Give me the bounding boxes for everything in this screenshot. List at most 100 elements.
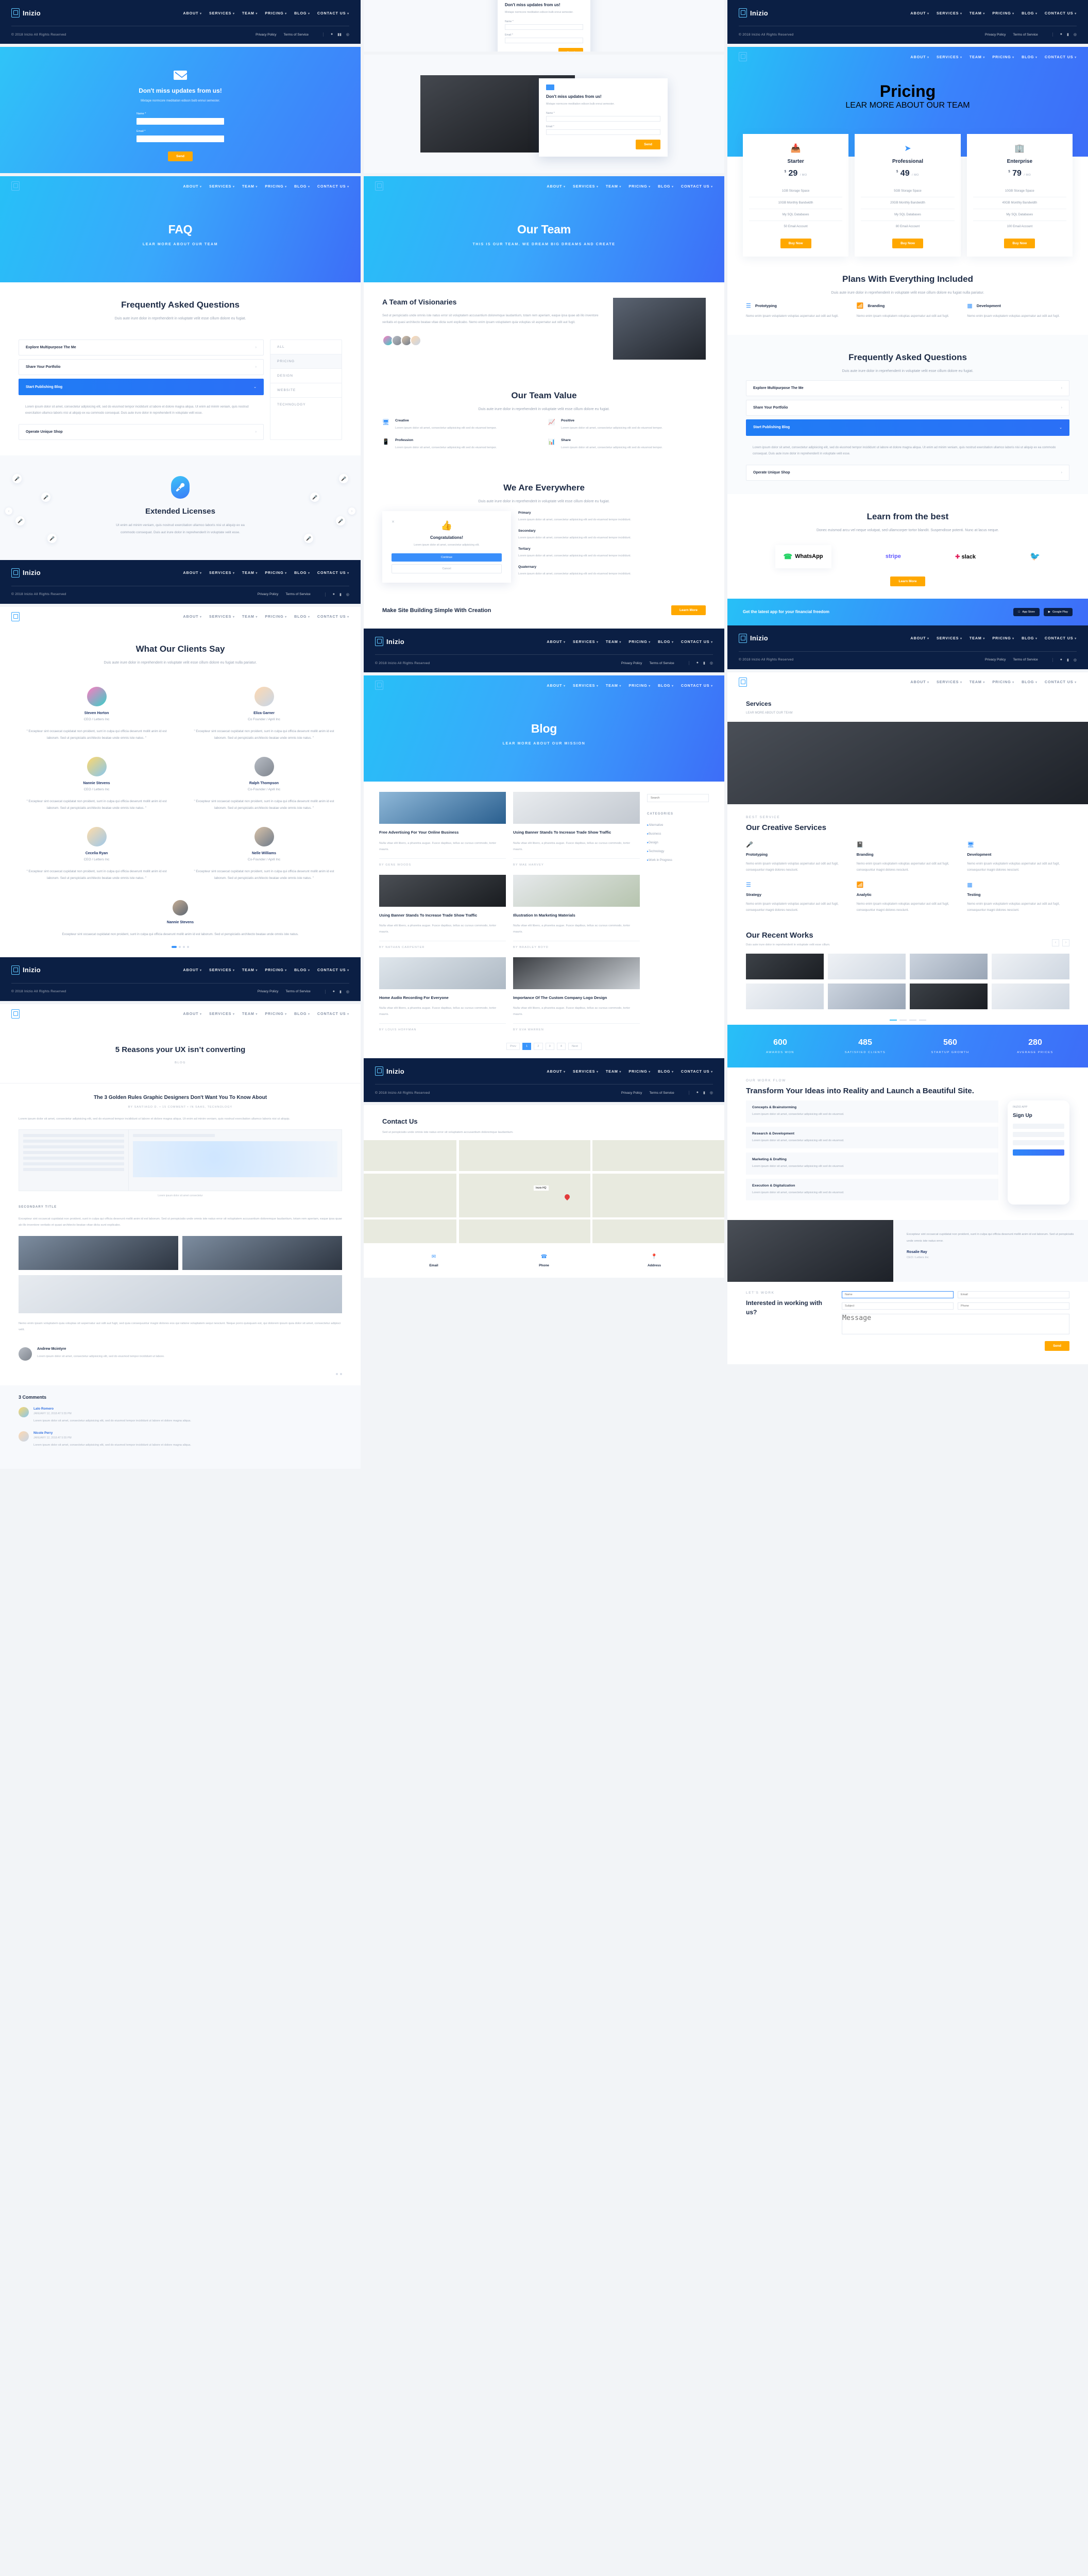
privacy-policy-link[interactable]: Privacy Policy: [985, 658, 1006, 662]
brand-logo[interactable]: Inizio: [375, 637, 404, 647]
dot[interactable]: [183, 945, 185, 948]
nav-item-contact[interactable]: CONTACT US: [1045, 680, 1077, 684]
instagram-icon[interactable]: ◎: [346, 990, 349, 994]
nav-item-team[interactable]: TEAM: [970, 11, 985, 15]
modal-secondary-button[interactable]: Cancel: [392, 564, 502, 574]
buy-now-button[interactable]: Buy Now: [1004, 239, 1035, 248]
privacy-policy-link[interactable]: Privacy Policy: [258, 990, 278, 993]
nav-item-contact[interactable]: CONTACT US: [681, 1069, 713, 1074]
privacy-policy-link[interactable]: Privacy Policy: [256, 33, 276, 37]
brand-logo[interactable]: [11, 612, 20, 621]
map-pin-icon[interactable]: [563, 1193, 571, 1200]
nav-item-about[interactable]: ABOUT: [910, 11, 929, 15]
faq-category-all[interactable]: ALL: [270, 340, 342, 355]
name-input[interactable]: [137, 117, 224, 125]
faq-category-design[interactable]: DESIGN: [270, 369, 342, 384]
blog-post-card[interactable]: Free Advertising For Your Online Busines…: [379, 792, 506, 867]
nav-item-about[interactable]: ABOUT: [910, 636, 929, 640]
nav-item-services[interactable]: SERVICES: [209, 570, 235, 575]
blog-post-card[interactable]: Using Banner Stands To Increase Trade Sh…: [379, 874, 506, 949]
modal-primary-button[interactable]: Continue: [392, 553, 502, 562]
pager-next[interactable]: Next: [568, 1043, 582, 1050]
nav-item-services[interactable]: SERVICES: [573, 639, 599, 644]
dribbble-icon[interactable]: ●: [1060, 32, 1062, 37]
dribbble-icon[interactable]: ●: [333, 592, 335, 597]
nav-item-blog[interactable]: BLOG: [294, 968, 310, 972]
nav-item-contact[interactable]: CONTACT US: [1045, 11, 1077, 15]
work-thumbnail[interactable]: [746, 953, 824, 979]
nav-item-pricing[interactable]: PRICING: [628, 184, 651, 189]
nav-item-pricing[interactable]: PRICING: [992, 55, 1014, 59]
phone-field[interactable]: [1013, 1123, 1064, 1129]
brand-logo[interactable]: [11, 1009, 20, 1019]
dot[interactable]: [909, 1019, 916, 1021]
terms-link[interactable]: Terms of Service: [284, 33, 309, 37]
behance-icon[interactable]: ▮: [1067, 32, 1069, 37]
nav-item-services[interactable]: SERVICES: [209, 11, 235, 15]
nav-item-about[interactable]: ABOUT: [547, 184, 566, 189]
nav-item-blog[interactable]: BLOG: [658, 184, 674, 189]
nav-item-team[interactable]: TEAM: [242, 11, 258, 15]
nav-item-blog[interactable]: BLOG: [294, 184, 310, 189]
nav-item-services[interactable]: SERVICES: [937, 636, 962, 640]
dribbble-icon[interactable]: ●: [331, 32, 333, 37]
message-textarea[interactable]: [842, 1314, 1069, 1335]
brand-logo[interactable]: [11, 181, 20, 191]
nav-item-pricing[interactable]: PRICING: [992, 636, 1014, 640]
nav-item-team[interactable]: TEAM: [970, 636, 985, 640]
nav-item-contact[interactable]: CONTACT US: [317, 614, 349, 619]
category-item[interactable]: Design: [647, 838, 709, 847]
works-prev-button[interactable]: ‹: [1052, 939, 1059, 946]
nav-item-services[interactable]: SERVICES: [937, 11, 962, 15]
nav-item-services[interactable]: SERVICES: [937, 680, 962, 684]
dot[interactable]: [919, 1019, 926, 1021]
behance-icon[interactable]: ▮: [703, 1091, 705, 1095]
nav-item-team[interactable]: TEAM: [606, 1069, 621, 1074]
nav-item-pricing[interactable]: PRICING: [628, 683, 651, 688]
send-button[interactable]: Send: [1045, 1341, 1069, 1351]
pager-page-2[interactable]: 2: [534, 1043, 543, 1050]
dribbble-icon[interactable]: ●: [333, 990, 335, 994]
faq-item[interactable]: Explore Multipurpose The Me ›: [746, 380, 1069, 396]
nav-item-pricing[interactable]: PRICING: [992, 680, 1014, 684]
nav-item-contact[interactable]: CONTACT US: [317, 968, 349, 972]
nav-item-team[interactable]: TEAM: [242, 570, 258, 575]
category-item[interactable]: Work in Progress: [647, 856, 709, 865]
dribbble-icon[interactable]: ●: [696, 1091, 699, 1095]
category-item[interactable]: Alternative: [647, 821, 709, 829]
contact-map[interactable]: Inizio HQ: [364, 1140, 724, 1243]
nav-item-about[interactable]: ABOUT: [547, 639, 566, 644]
nav-item-about[interactable]: ABOUT: [910, 55, 929, 59]
blog-post-card[interactable]: Home Audio Recording For Everyone Nulla …: [379, 957, 506, 1031]
nav-item-team[interactable]: TEAM: [242, 184, 258, 189]
google-play-button[interactable]: ▶ Google Play: [1043, 607, 1073, 616]
work-thumbnail[interactable]: [910, 983, 988, 1009]
phone-signup-button[interactable]: [1013, 1149, 1064, 1156]
faq-category-website[interactable]: WEBSITE: [270, 383, 342, 398]
brand-logo[interactable]: [375, 181, 383, 191]
privacy-policy-link[interactable]: Privacy Policy: [985, 33, 1006, 37]
nav-item-team[interactable]: TEAM: [970, 680, 985, 684]
nav-item-blog[interactable]: BLOG: [1022, 636, 1038, 640]
buy-now-button[interactable]: Buy Now: [780, 239, 811, 248]
behance-icon[interactable]: ▮▮: [337, 32, 342, 37]
nav-item-services[interactable]: SERVICES: [573, 184, 599, 189]
behance-icon[interactable]: ▮: [1067, 658, 1069, 662]
brand-logo[interactable]: Inizio: [375, 1066, 404, 1076]
nav-item-team[interactable]: TEAM: [242, 614, 258, 619]
nav-item-services[interactable]: SERVICES: [209, 1011, 235, 1016]
nav-item-pricing[interactable]: PRICING: [265, 614, 287, 619]
terms-link[interactable]: Terms of Service: [1013, 658, 1038, 662]
email-input[interactable]: [958, 1291, 1069, 1299]
nav-item-team[interactable]: TEAM: [606, 683, 621, 688]
email-input[interactable]: [505, 37, 583, 43]
faq-category-pricing[interactable]: PRICING: [270, 354, 342, 369]
nav-item-pricing[interactable]: PRICING: [628, 1069, 651, 1074]
nav-item-blog[interactable]: BLOG: [294, 11, 310, 15]
email-input[interactable]: [546, 129, 660, 135]
newsletter-send-button[interactable]: Send: [168, 151, 193, 161]
work-thumbnail[interactable]: [746, 983, 824, 1009]
phone-field[interactable]: [1013, 1131, 1064, 1137]
instagram-icon[interactable]: ◎: [346, 32, 349, 37]
dot[interactable]: [899, 1019, 907, 1021]
